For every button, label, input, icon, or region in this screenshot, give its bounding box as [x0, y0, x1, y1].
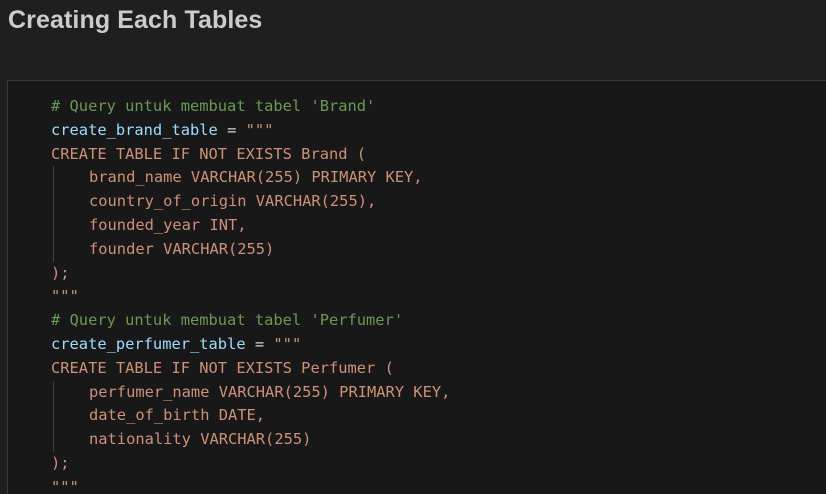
code-line: CREATE TABLE IF NOT EXISTS Brand (: [51, 143, 450, 167]
section-heading: Creating Each Tables: [8, 6, 263, 34]
code-line: founded_year INT,: [51, 213, 450, 238]
code-line: create_brand_table = """: [51, 119, 450, 143]
sql-column-nationality: nationality VARCHAR(255): [89, 430, 312, 449]
code-line: date_of_birth DATE,: [51, 404, 450, 428]
code-line: # Query untuk membuat tabel 'Perfumer': [51, 309, 450, 333]
code-line: );: [51, 452, 450, 476]
string-open-quotes: """: [273, 334, 302, 353]
code-line: """: [51, 285, 450, 309]
code-line: perfumer_name VARCHAR(255) PRIMARY KEY,: [51, 380, 451, 405]
sql-column-founder: founder VARCHAR(255): [89, 239, 275, 258]
assign-operator: =: [245, 334, 274, 353]
code-line: CREATE TABLE IF NOT EXISTS Perfumer (: [51, 357, 450, 381]
sql-create-brand: CREATE TABLE IF NOT EXISTS Brand (: [51, 144, 367, 163]
sql-column-perfumer-name: perfumer_name VARCHAR(255) PRIMARY KEY,: [89, 382, 451, 401]
code-line: create_perfumer_table = """: [51, 333, 450, 357]
code-line: founder VARCHAR(255): [51, 237, 450, 262]
string-open-quotes: """: [245, 120, 274, 139]
comment-brand: # Query untuk membuat tabel 'Brand': [51, 97, 376, 115]
sql-create-perfumer: CREATE TABLE IF NOT EXISTS Perfumer (: [51, 358, 394, 377]
variable-create-perfumer-table: create_perfumer_table: [51, 334, 246, 353]
sql-close-paren: );: [51, 453, 70, 472]
comment-perfumer: # Query untuk membuat tabel 'Perfumer': [51, 311, 404, 330]
sql-column-date-of-birth: date_of_birth DATE,: [89, 406, 266, 425]
string-close-quotes: """: [51, 287, 79, 306]
code-line: );: [51, 262, 450, 286]
sql-column-country-of-origin: country_of_origin VARCHAR(255),: [89, 192, 377, 211]
sql-close-paren: );: [51, 263, 70, 282]
string-close-quotes: """: [51, 477, 79, 494]
assign-operator: =: [217, 120, 246, 139]
variable-create-brand-table: create_brand_table: [51, 120, 218, 139]
code-cell[interactable]: # Query untuk membuat tabel 'Brand' crea…: [7, 80, 826, 494]
sql-column-brand-name: brand_name VARCHAR(255) PRIMARY KEY,: [89, 168, 423, 187]
sql-column-founded-year: founded_year INT,: [89, 215, 247, 234]
code-editor[interactable]: # Query untuk membuat tabel 'Brand' crea…: [51, 95, 450, 494]
code-line: country_of_origin VARCHAR(255),: [51, 190, 450, 214]
code-line: nationality VARCHAR(255): [51, 428, 450, 452]
code-line: brand_name VARCHAR(255) PRIMARY KEY,: [51, 166, 450, 190]
notebook-page: Creating Each Tables # Query untuk membu…: [0, 0, 826, 494]
code-line: # Query untuk membuat tabel 'Brand': [51, 95, 450, 119]
code-line: """: [51, 476, 450, 494]
